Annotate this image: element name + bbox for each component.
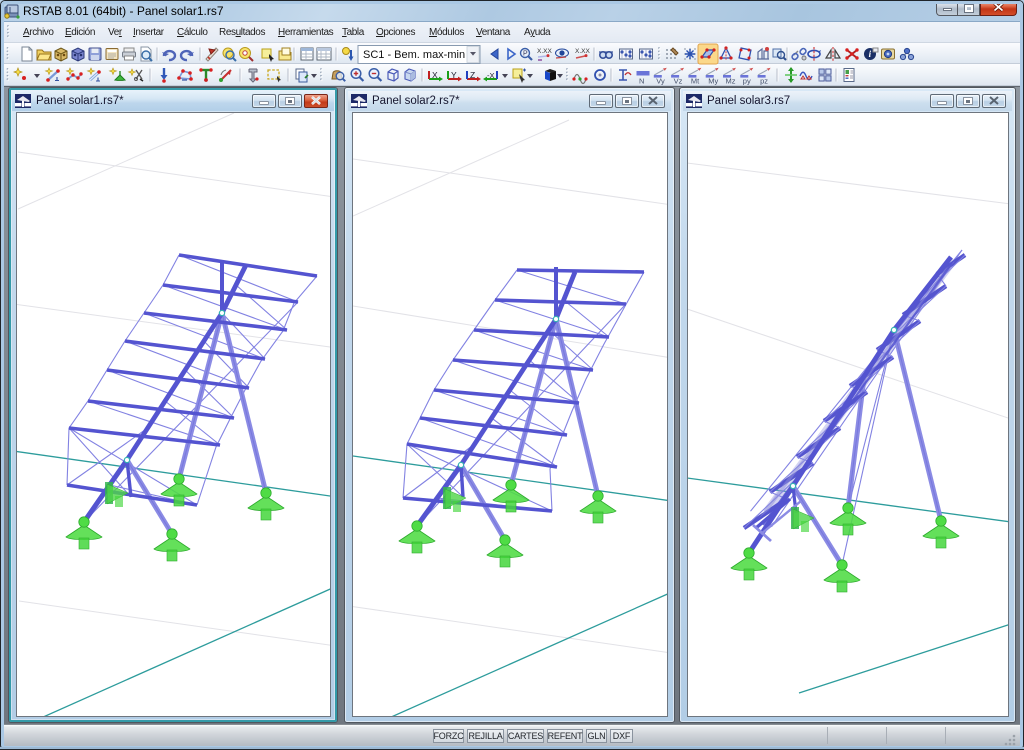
- svg-text:Z: Z: [470, 70, 475, 80]
- svg-text:Vz: Vz: [674, 77, 683, 86]
- svg-text:Y: Y: [451, 70, 457, 80]
- svg-text:X: X: [432, 70, 438, 80]
- svg-text:SC1 - Bem. max-min: SC1 - Bem. max-min: [363, 49, 465, 61]
- svg-text:Vy: Vy: [656, 77, 665, 86]
- svg-text:P: P: [523, 51, 528, 58]
- svg-text:py: py: [743, 77, 751, 86]
- svg-text:-X: -X: [487, 71, 495, 80]
- svg-text:X.XX: X.XX: [575, 48, 590, 55]
- svg-text:pz: pz: [760, 77, 768, 86]
- svg-text:My: My: [708, 77, 718, 86]
- svg-text:X.XX: X.XX: [537, 48, 552, 55]
- svg-text:N: N: [639, 77, 644, 86]
- svg-text:Mt: Mt: [691, 77, 700, 86]
- svg-text:Mz: Mz: [726, 77, 736, 86]
